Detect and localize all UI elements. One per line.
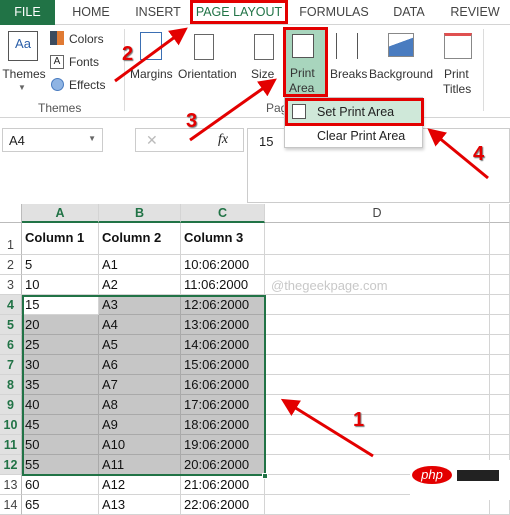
annotation-3: 3 xyxy=(186,110,198,132)
arrow-3 xyxy=(189,78,277,142)
annotation-arrows xyxy=(114,27,489,458)
annotation-2: 2 xyxy=(122,43,134,65)
annotation-4: 4 xyxy=(473,143,485,165)
annotation-1: 1 xyxy=(353,409,365,431)
